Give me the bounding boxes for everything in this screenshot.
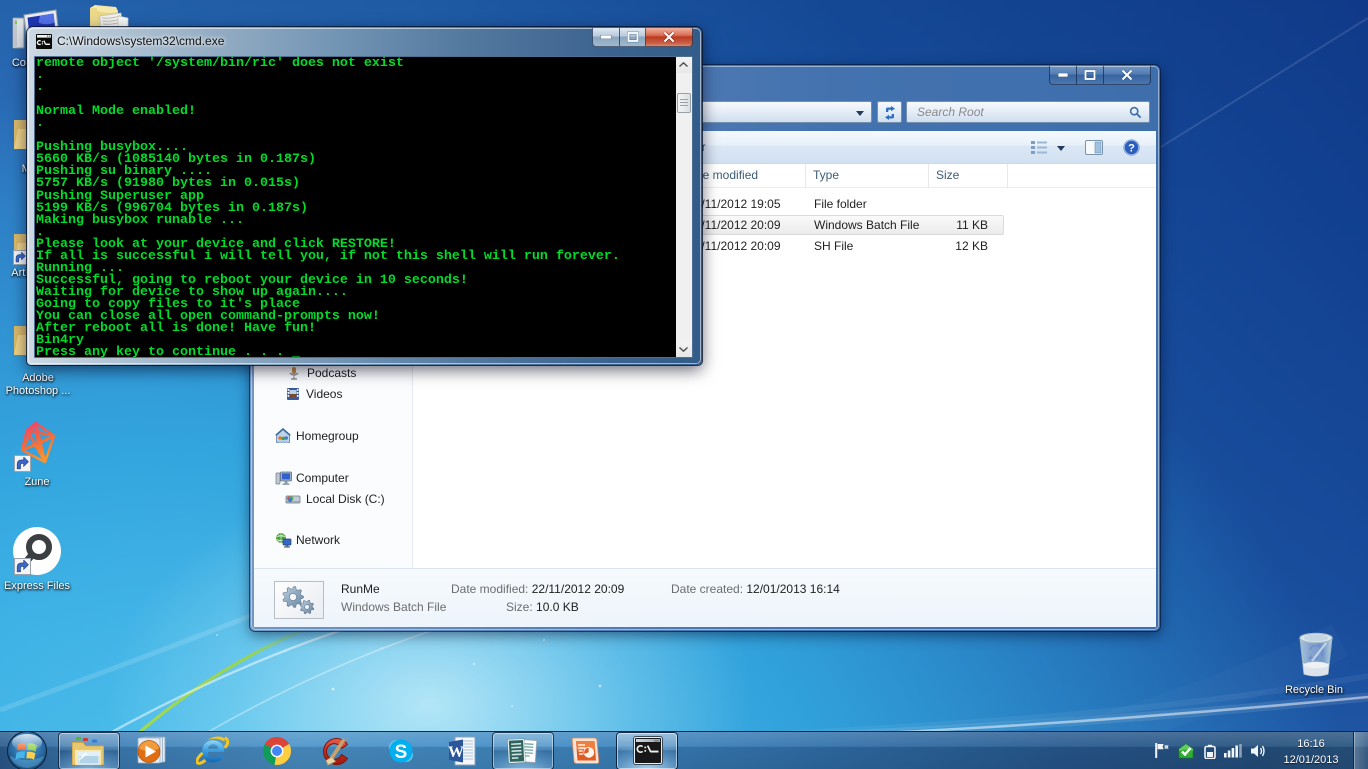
svg-text:?: ? <box>1128 143 1135 155</box>
svg-text:W: W <box>448 744 464 761</box>
svg-text:S: S <box>395 742 408 763</box>
